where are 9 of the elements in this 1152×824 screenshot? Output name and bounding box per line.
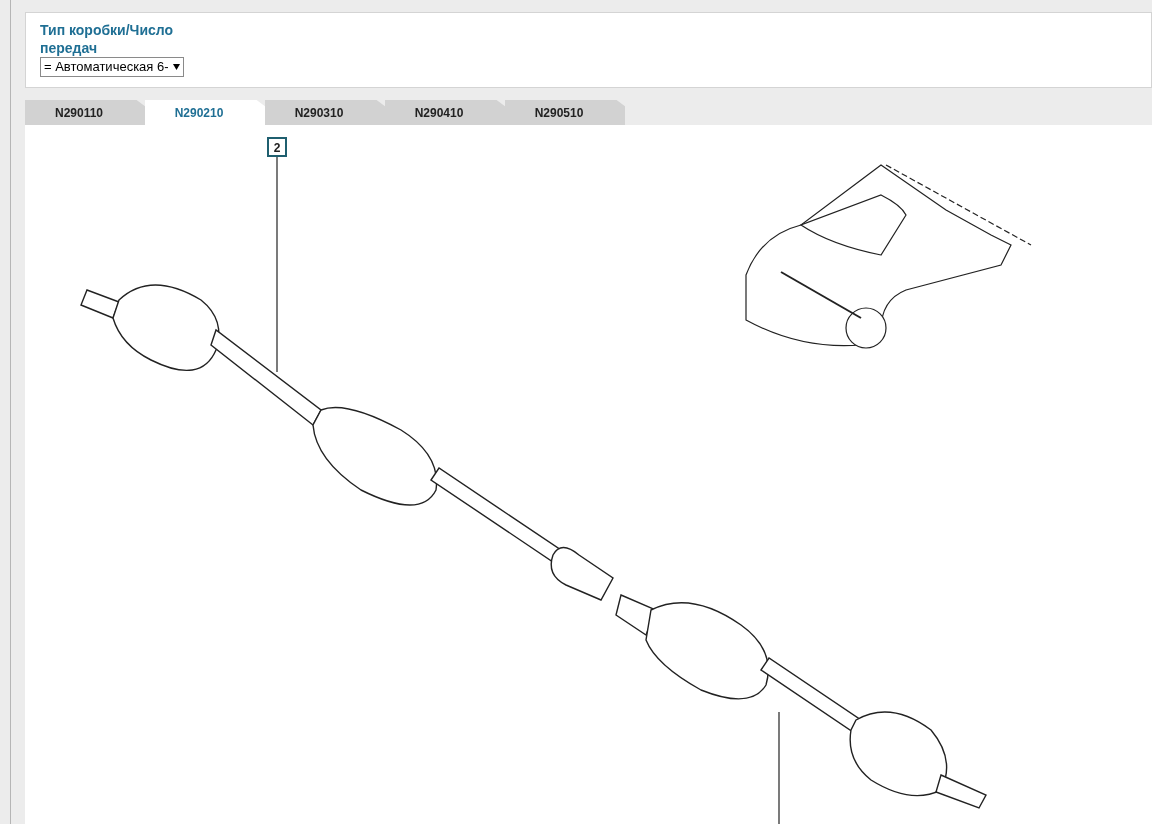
dropdown-arrow-icon <box>172 64 180 70</box>
tab[interactable]: N290110 <box>25 100 145 125</box>
transmission-select[interactable]: = Автоматическая 6- <box>40 57 184 77</box>
filter-label: Тип коробки/Число передач <box>40 21 175 57</box>
tab[interactable]: N290510 <box>505 100 625 125</box>
tab[interactable]: N290210 <box>145 100 265 125</box>
callout-label[interactable]: 2 <box>267 137 287 157</box>
tab[interactable]: N290410 <box>385 100 505 125</box>
tab[interactable]: N290310 <box>265 100 385 125</box>
